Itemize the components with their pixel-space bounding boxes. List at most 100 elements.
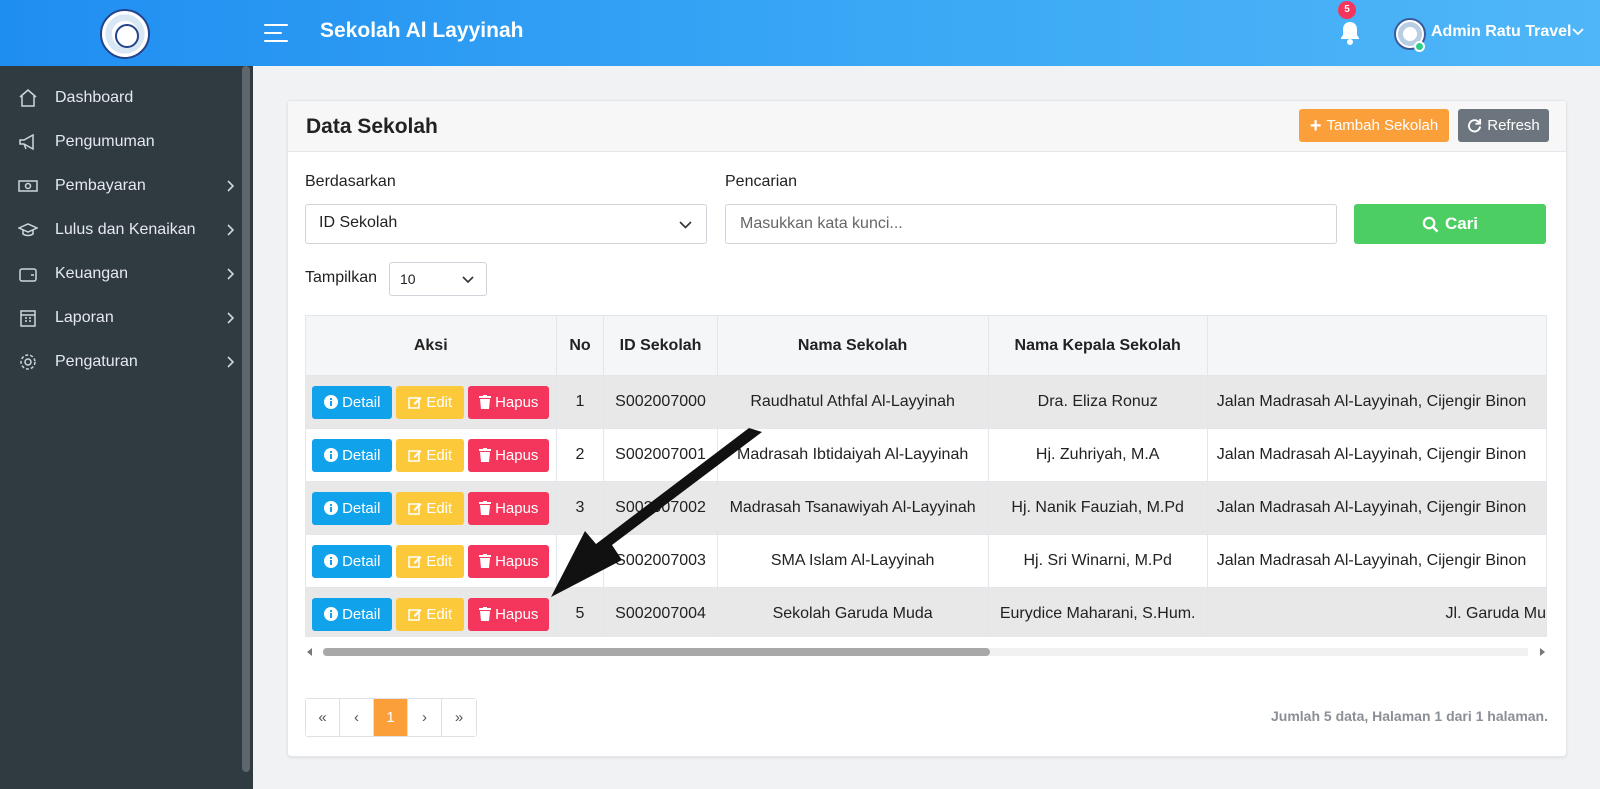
menu-toggle-icon[interactable] — [264, 24, 288, 42]
column-header-aksi: Aksi — [305, 315, 557, 376]
cell-id: S002007002 — [603, 481, 718, 535]
detail-button[interactable]: Detail — [312, 597, 393, 631]
search-button-label: Cari — [1444, 214, 1479, 233]
sidebar-scrollbar[interactable] — [242, 66, 250, 772]
table-header-row: Aksi No ID Sekolah Nama Sekolah Nama Kep… — [305, 315, 1547, 376]
search-input[interactable] — [725, 204, 1337, 244]
megaphone-icon — [19, 133, 34, 151]
sidebar-item-pembayaran[interactable]: Pembayaran — [0, 166, 240, 206]
refresh-button[interactable]: Refresh — [1458, 109, 1549, 142]
cell-kepala-sekolah: Hj. Sri Winarni, M.Pd — [987, 534, 1208, 588]
delete-label: Hapus — [495, 393, 539, 411]
refresh-icon — [1468, 118, 1482, 133]
pagination-current-page[interactable]: 1 — [374, 699, 408, 736]
cell-alamat: Jl. Garuda Mu — [1206, 587, 1547, 637]
detail-label: Detail — [342, 499, 381, 517]
cell-nama-sekolah: Sekolah Garuda Muda — [716, 587, 989, 637]
app-title: Sekolah Al Layyinah — [320, 19, 524, 42]
delete-button[interactable]: Hapus — [468, 544, 550, 578]
notification-badge: 5 — [1338, 1, 1356, 19]
column-header-no: No — [555, 315, 605, 376]
cell-alamat: Jalan Madrasah Al-Layyinah, Cijengir Bin… — [1206, 375, 1547, 429]
detail-button[interactable]: Detail — [312, 544, 393, 578]
row-actions: Detail Edit Hapus — [305, 481, 557, 535]
detail-button[interactable]: Detail — [312, 438, 393, 472]
card-header: Data Sekolah + Tambah Sekolah Refresh — [288, 101, 1566, 152]
sidebar-item-label: Laporan — [55, 309, 114, 326]
pagination-info: Jumlah 5 data, Halaman 1 dari 1 halaman. — [1271, 708, 1548, 724]
column-header-nama-sekolah: Nama Sekolah — [716, 315, 989, 376]
detail-label: Detail — [342, 446, 381, 464]
table-row: Detail Edit Hapus 3 S002007002 Madrasah … — [305, 481, 1547, 535]
sidebar-item-keuangan[interactable]: Keuangan — [0, 254, 240, 294]
scroll-right-arrow-icon[interactable] — [1540, 648, 1545, 656]
delete-button[interactable]: Hapus — [468, 385, 550, 419]
detail-label: Detail — [342, 605, 381, 623]
search-icon — [1422, 216, 1439, 232]
user-name[interactable]: Admin Ratu Travel — [1431, 23, 1571, 41]
home-icon — [19, 89, 37, 107]
pagination-prev[interactable]: ‹ — [340, 699, 374, 736]
sidebar-item-pengaturan[interactable]: Pengaturan — [0, 342, 240, 382]
school-logo[interactable] — [100, 9, 150, 59]
delete-button[interactable]: Hapus — [468, 597, 550, 631]
page-size-select[interactable]: 10 — [389, 262, 487, 296]
sidebar-item-dashboard[interactable]: Dashboard — [0, 78, 240, 118]
sidebar-item-label: Lulus dan Kenaikan — [55, 221, 196, 238]
edit-button[interactable]: Edit — [396, 438, 465, 472]
edit-label: Edit — [426, 605, 453, 623]
edit-button[interactable]: Edit — [396, 597, 465, 631]
delete-button[interactable]: Hapus — [468, 438, 550, 472]
detail-button[interactable]: Detail — [312, 491, 393, 525]
edit-icon — [408, 450, 422, 462]
scroll-left-arrow-icon[interactable] — [307, 648, 312, 656]
chevron-right-icon — [227, 180, 235, 192]
edit-button[interactable]: Edit — [396, 544, 465, 578]
sidebar-item-laporan[interactable]: Laporan — [0, 298, 240, 338]
detail-button[interactable]: Detail — [312, 385, 393, 419]
edit-label: Edit — [426, 499, 453, 517]
pagination-next[interactable]: › — [408, 699, 442, 736]
cell-id: S002007000 — [603, 375, 718, 429]
edit-button[interactable]: Edit — [396, 491, 465, 525]
plus-icon: + — [1309, 114, 1322, 137]
sidebar-item-pengumuman[interactable]: Pengumuman — [0, 122, 240, 162]
chevron-down-icon — [679, 221, 692, 229]
pagination-last[interactable]: » — [442, 699, 476, 736]
cell-kepala-sekolah: Eurydice Maharani, S.Hum. — [987, 587, 1208, 637]
filter-by-select[interactable]: ID Sekolah — [305, 204, 707, 244]
edit-button[interactable]: Edit — [396, 385, 465, 419]
edit-icon — [408, 397, 422, 409]
row-actions: Detail Edit Hapus — [305, 375, 557, 429]
cell-alamat: Jalan Madrasah Al-Layyinah, Cijengir Bin… — [1206, 481, 1547, 535]
info-icon — [324, 501, 339, 515]
bell-icon[interactable] — [1338, 20, 1362, 46]
filter-by-value: ID Sekolah — [319, 214, 398, 231]
table-horizontal-scrollbar[interactable] — [305, 643, 1547, 661]
top-navbar: Sekolah Al Layyinah 5 Admin Ratu Travel — [0, 0, 1600, 66]
pagination-first[interactable]: « — [306, 699, 340, 736]
info-icon — [324, 395, 339, 409]
pagination: « ‹ 1 › » — [305, 698, 477, 737]
info-icon — [324, 448, 339, 462]
column-header-alamat — [1206, 315, 1547, 376]
page-size-label: Tampilkan — [305, 269, 378, 286]
cell-nama-sekolah: Madrasah Ibtidaiyah Al-Layyinah — [716, 428, 989, 482]
page-size-value: 10 — [400, 271, 416, 287]
row-actions: Detail Edit Hapus — [305, 587, 557, 637]
sidebar-item-lulus-kenaikan[interactable]: Lulus dan Kenaikan — [0, 210, 240, 250]
info-icon — [324, 554, 339, 568]
chevron-right-icon — [227, 268, 235, 280]
add-school-button[interactable]: + Tambah Sekolah — [1299, 109, 1449, 142]
chevron-down-icon[interactable] — [1572, 26, 1584, 38]
wallet-icon — [19, 268, 37, 282]
edit-icon — [408, 556, 422, 568]
search-button[interactable]: Cari — [1354, 204, 1546, 244]
info-icon — [324, 607, 339, 621]
trash-icon — [479, 554, 492, 568]
cell-no: 4 — [555, 534, 605, 588]
calendar-icon — [20, 310, 36, 327]
cell-id: S002007004 — [603, 587, 718, 637]
delete-button[interactable]: Hapus — [468, 491, 550, 525]
scroll-thumb[interactable] — [323, 648, 990, 656]
